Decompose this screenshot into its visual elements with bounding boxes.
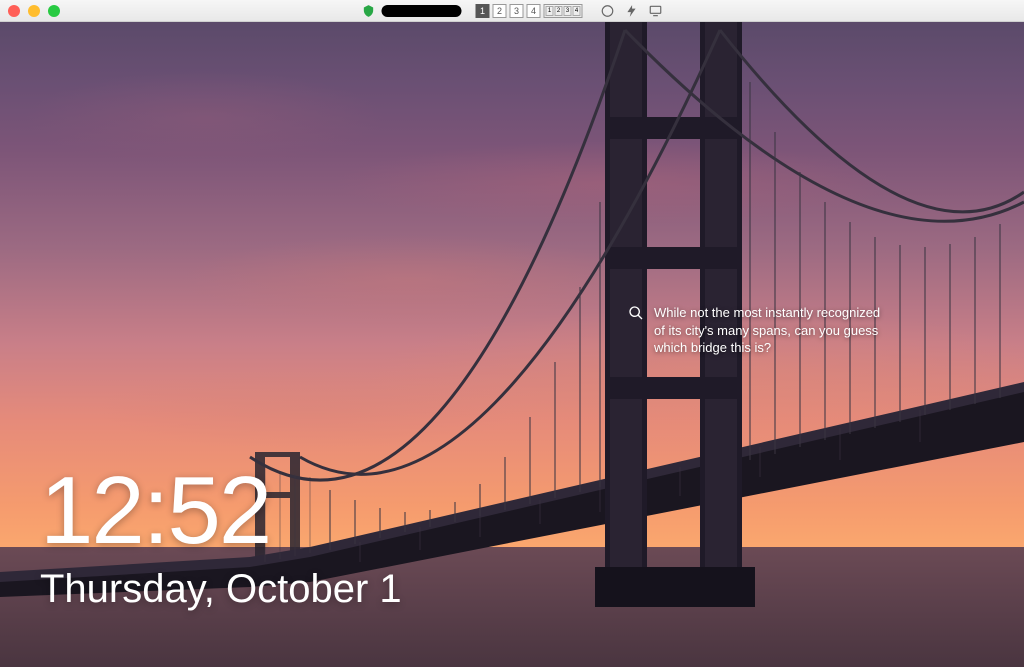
spotlight-hint[interactable]: While not the most instantly recognized … xyxy=(628,304,888,357)
workspace-3[interactable]: 3 xyxy=(510,4,524,18)
clock-date: Thursday, October 1 xyxy=(40,567,402,612)
workspace-switcher: 1 2 3 4 1 2 3 4 xyxy=(476,4,583,18)
workspace-1[interactable]: 1 xyxy=(476,4,490,18)
titlebar-center: 1 2 3 4 1 2 3 4 xyxy=(362,0,663,21)
redacted-title xyxy=(382,5,462,17)
workspace-overview[interactable]: 1 2 3 4 xyxy=(544,4,583,18)
lightning-icon[interactable] xyxy=(625,4,639,18)
close-window-button[interactable] xyxy=(8,5,20,17)
clock-time: 12:52 xyxy=(40,463,402,559)
chat-icon[interactable] xyxy=(601,4,615,18)
maximize-window-button[interactable] xyxy=(48,5,60,17)
search-icon xyxy=(628,305,644,321)
windows-lockscreen[interactable]: 12:52 Thursday, October 1 While not the … xyxy=(0,22,1024,667)
shield-icon xyxy=(362,4,376,18)
titlebar-tray-icons xyxy=(601,4,663,18)
datetime-display: 12:52 Thursday, October 1 xyxy=(40,463,402,612)
workspace-2[interactable]: 2 xyxy=(493,4,507,18)
spotlight-text: While not the most instantly recognized … xyxy=(654,304,888,357)
traffic-lights xyxy=(8,5,60,17)
workspace-4[interactable]: 4 xyxy=(527,4,541,18)
display-icon[interactable] xyxy=(649,4,663,18)
minimize-window-button[interactable] xyxy=(28,5,40,17)
mac-titlebar: 1 2 3 4 1 2 3 4 xyxy=(0,0,1024,22)
